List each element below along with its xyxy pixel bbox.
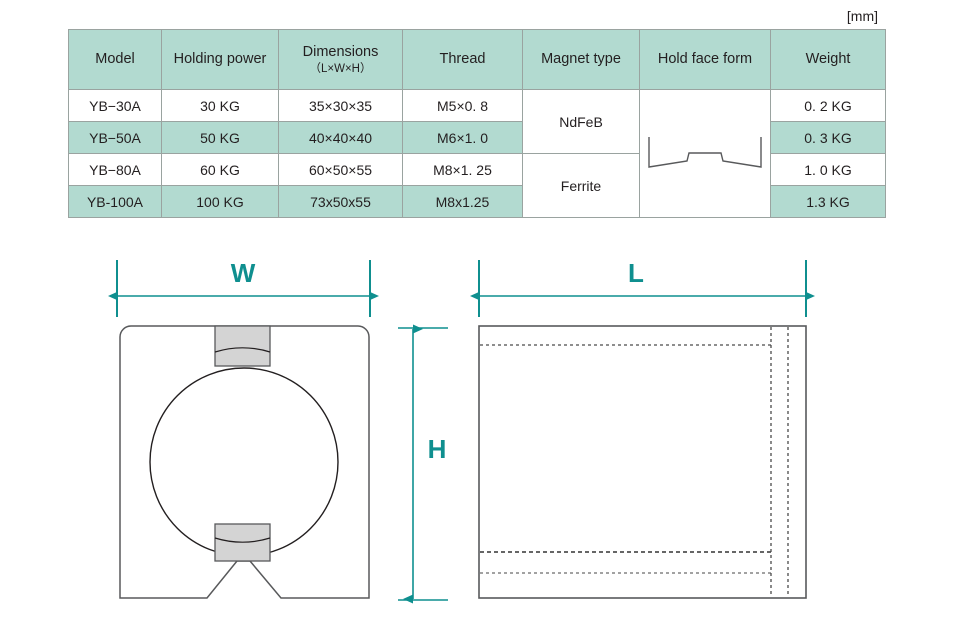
column-header-dimensions-sublabel: （L×W×H） <box>309 62 372 75</box>
column-header-hold-face-form: Hold face form <box>639 29 771 90</box>
column-header-model: Model <box>68 29 162 90</box>
column-header-magnet-type-label: Magnet type <box>541 51 621 68</box>
cell-thread: M5×0. 8 <box>402 89 523 122</box>
cell-weight: 0. 3 KG <box>770 121 886 154</box>
cell-thread: M8x1.25 <box>402 185 523 218</box>
cell-magnet-type: Ferrite <box>522 153 640 218</box>
v-groove-profile-icon <box>648 136 762 168</box>
column-header-weight-label: Weight <box>805 51 851 68</box>
cell-weight: 1.3 KG <box>770 185 886 218</box>
cell-weight: 0. 2 KG <box>770 89 886 122</box>
front-view-clamp <box>119 325 370 599</box>
column-header-thread-label: Thread <box>439 51 486 68</box>
dimension-width-W: W <box>108 258 379 317</box>
cell-model: YB-100A <box>68 185 162 218</box>
dimension-length-L: L <box>470 258 815 317</box>
table-body: YB−30A 30 KG 35×30×35 M5×0. 8 NdFeB 0. 2… <box>68 89 886 218</box>
column-header-magnet-type: Magnet type <box>522 29 640 90</box>
cell-holding-power: 60 KG <box>161 153 279 186</box>
table-header: Model Holding power Dimensions （L×W×H） T… <box>68 29 886 90</box>
dimension-height-H: H <box>398 324 448 604</box>
unit-label: [mm] <box>846 8 878 24</box>
cell-dimensions: 35×30×35 <box>278 89 403 122</box>
cell-dimensions: 60×50×55 <box>278 153 403 186</box>
spec-table-container: Model Holding power Dimensions （L×W×H） T… <box>68 29 886 218</box>
dimension-label-L: L <box>628 258 644 288</box>
drawings-svg: W L H <box>108 258 815 604</box>
column-header-thread: Thread <box>402 29 523 90</box>
column-header-holding-power-label: Holding power <box>173 51 267 68</box>
specification-table: Model Holding power Dimensions （L×W×H） T… <box>68 29 886 218</box>
column-header-dimensions-label: Dimensions <box>302 43 379 60</box>
cell-thread: M6×1. 0 <box>402 121 523 154</box>
cell-holding-power: 50 KG <box>161 121 279 154</box>
side-view-clamp <box>478 325 807 599</box>
column-header-dimensions: Dimensions （L×W×H） <box>278 29 403 90</box>
side-body-outline <box>478 325 807 599</box>
cell-weight: 1. 0 KG <box>770 153 886 186</box>
column-header-weight: Weight <box>770 29 886 90</box>
column-header-hold-face-form-label: Hold face form <box>657 51 753 68</box>
magnet-block-top <box>214 325 271 367</box>
cell-holding-power: 100 KG <box>161 185 279 218</box>
technical-drawings: W L H <box>0 232 960 639</box>
column-header-holding-power: Holding power <box>161 29 279 90</box>
table-row: YB−30A 30 KG 35×30×35 M5×0. 8 NdFeB 0. 2… <box>68 89 886 218</box>
cell-magnet-type: NdFeB <box>522 89 640 154</box>
cell-holding-power: 30 KG <box>161 89 279 122</box>
cell-dimensions: 73x50x55 <box>278 185 403 218</box>
dimension-label-H: H <box>428 434 447 464</box>
cell-thread: M8×1. 25 <box>402 153 523 186</box>
cell-model: YB−80A <box>68 153 162 186</box>
cell-hold-face-form <box>639 89 771 218</box>
table-header-row: Model Holding power Dimensions （L×W×H） T… <box>68 29 886 90</box>
cell-model: YB−30A <box>68 89 162 122</box>
cell-model: YB−50A <box>68 121 162 154</box>
column-header-model-label: Model <box>95 51 135 68</box>
dimension-label-W: W <box>231 258 256 288</box>
cell-dimensions: 40×40×40 <box>278 121 403 154</box>
